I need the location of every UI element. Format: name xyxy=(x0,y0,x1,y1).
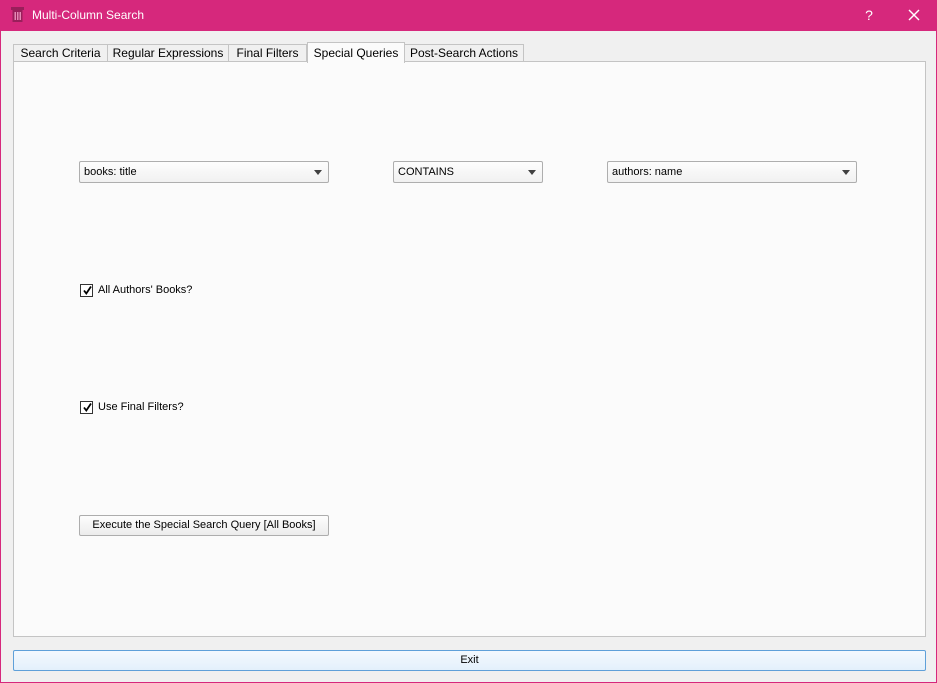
all-authors-books-checkbox[interactable] xyxy=(80,284,93,297)
dialog-window: Multi-Column Search ? Search Criteria Re… xyxy=(0,0,937,683)
checkmark-icon xyxy=(83,285,92,296)
title-bar[interactable]: Multi-Column Search ? xyxy=(1,0,937,31)
tab-search-criteria[interactable]: Search Criteria xyxy=(13,44,108,61)
operator-select-value: CONTAINS xyxy=(398,166,455,178)
tab-post-search-actions[interactable]: Post-Search Actions xyxy=(404,44,524,61)
all-authors-books-label: All Authors' Books? xyxy=(98,284,193,296)
checkmark-icon xyxy=(83,402,92,413)
use-final-filters-option[interactable]: Use Final Filters? xyxy=(80,401,220,417)
execute-special-query-button[interactable]: Execute the Special Search Query [All Bo… xyxy=(79,515,329,536)
chevron-down-icon xyxy=(314,170,322,175)
help-button[interactable]: ? xyxy=(856,5,882,25)
chevron-down-icon xyxy=(528,170,536,175)
use-final-filters-checkbox[interactable] xyxy=(80,401,93,414)
right-column-select[interactable]: authors: name xyxy=(607,161,857,183)
all-authors-books-option[interactable]: All Authors' Books? xyxy=(80,284,220,300)
left-column-select[interactable]: books: title xyxy=(79,161,329,183)
tab-final-filters[interactable]: Final Filters xyxy=(228,44,307,61)
window-title: Multi-Column Search xyxy=(32,8,145,22)
close-button[interactable] xyxy=(901,5,927,25)
close-icon xyxy=(908,9,920,21)
tab-special-queries[interactable]: Special Queries xyxy=(307,42,405,63)
exit-button[interactable]: Exit xyxy=(13,650,926,671)
right-column-select-value: authors: name xyxy=(612,166,683,178)
use-final-filters-label: Use Final Filters? xyxy=(98,401,184,413)
tab-regular-expressions[interactable]: Regular Expressions xyxy=(107,44,229,61)
app-icon xyxy=(10,6,25,23)
special-queries-panel: books: title CONTAINS authors: name All … xyxy=(13,61,926,637)
chevron-down-icon xyxy=(842,170,850,175)
operator-select[interactable]: CONTAINS xyxy=(393,161,543,183)
left-column-select-value: books: title xyxy=(84,166,137,178)
